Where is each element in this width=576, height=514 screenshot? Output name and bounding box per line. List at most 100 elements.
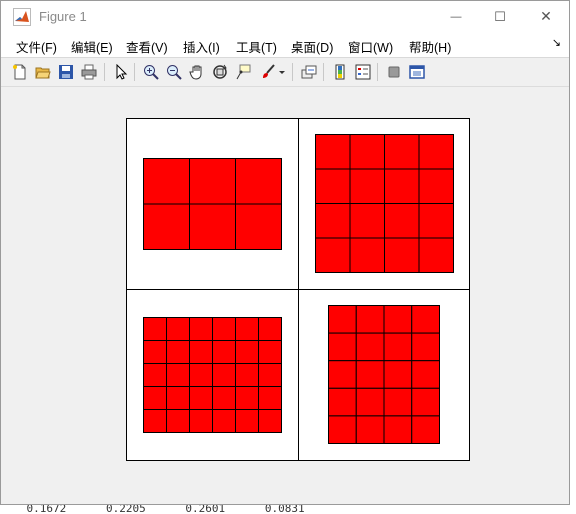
- grid-cell: [411, 360, 440, 389]
- zoom-out-icon[interactable]: [164, 62, 184, 82]
- close-button[interactable]: ✕: [523, 1, 569, 32]
- grid-cell: [189, 409, 213, 433]
- grid-cell: [355, 305, 385, 334]
- menu-help[interactable]: 帮助(H): [409, 37, 451, 56]
- grid-cell: [212, 386, 236, 410]
- background-command-output: 0.1672 0.2205 0.2601 0.0831: [0, 504, 305, 514]
- grid-cell: [328, 360, 357, 389]
- grid-cell: [258, 363, 282, 387]
- grid-cell: [418, 134, 454, 170]
- grid-cell: [235, 203, 282, 250]
- grid-cell: [411, 415, 440, 444]
- rotate-3d-icon[interactable]: [210, 62, 230, 82]
- grid-cell: [349, 237, 385, 273]
- grid-5x6: [143, 317, 282, 433]
- menu-insert[interactable]: 插入(I): [183, 37, 220, 56]
- grid-cell: [411, 332, 440, 362]
- grid-cell: [411, 305, 440, 334]
- grid-5x4: [328, 305, 440, 444]
- subplot-top-right[interactable]: [298, 118, 470, 290]
- brush-dropdown-icon[interactable]: [277, 62, 287, 82]
- grid-4x4: [315, 134, 454, 273]
- print-icon[interactable]: [79, 62, 99, 82]
- menu-window[interactable]: 窗口(W): [348, 37, 393, 56]
- grid-cell: [189, 340, 213, 364]
- grid-cell: [349, 134, 385, 170]
- grid-cell: [189, 317, 213, 341]
- grid-cell: [328, 332, 357, 362]
- maximize-button[interactable]: ☐: [477, 1, 523, 32]
- minimize-button[interactable]: —: [433, 1, 479, 32]
- grid-cell: [143, 386, 167, 410]
- grid-cell: [418, 168, 454, 204]
- grid-cell: [143, 340, 167, 364]
- grid-cell: [166, 340, 190, 364]
- grid-cell: [189, 203, 236, 250]
- subplot-bottom-left[interactable]: [126, 289, 299, 461]
- figure-toolbar: [1, 58, 569, 87]
- grid-cell: [166, 409, 190, 433]
- brush-icon[interactable]: [258, 62, 278, 82]
- grid-cell: [235, 340, 259, 364]
- menu-edit[interactable]: 编辑(E): [71, 37, 113, 56]
- grid-cell: [258, 317, 282, 341]
- menu-overflow-icon[interactable]: ↘: [552, 36, 561, 49]
- link-plot-icon[interactable]: [299, 62, 319, 82]
- menu-view[interactable]: 查看(V): [126, 37, 168, 56]
- toolbar-separator: [104, 63, 105, 81]
- grid-cell: [258, 340, 282, 364]
- menu-file[interactable]: 文件(F): [16, 37, 57, 56]
- grid-cell: [212, 340, 236, 364]
- grid-cell: [166, 386, 190, 410]
- zoom-in-icon[interactable]: [141, 62, 161, 82]
- grid-cell: [235, 317, 259, 341]
- menu-tools[interactable]: 工具(T): [236, 37, 277, 56]
- toolbar-separator: [323, 63, 324, 81]
- grid-cell: [258, 386, 282, 410]
- menu-desktop[interactable]: 桌面(D): [291, 37, 333, 56]
- hide-plot-tools-icon[interactable]: [384, 62, 404, 82]
- figure-canvas[interactable]: [7, 87, 563, 503]
- grid-cell: [384, 203, 420, 239]
- window-title: Figure 1: [39, 9, 87, 24]
- grid-cell: [189, 158, 236, 205]
- save-icon[interactable]: [56, 62, 76, 82]
- grid-cell: [143, 203, 190, 250]
- new-figure-icon[interactable]: [10, 62, 30, 82]
- grid-cell: [143, 158, 190, 205]
- edit-plot-pointer-icon[interactable]: [111, 62, 131, 82]
- close-icon: ✕: [540, 8, 552, 24]
- show-plot-tools-icon[interactable]: [407, 62, 427, 82]
- grid-cell: [384, 237, 420, 273]
- grid-cell: [235, 158, 282, 205]
- grid-cell: [235, 363, 259, 387]
- grid-cell: [418, 203, 454, 239]
- grid-cell: [143, 317, 167, 341]
- grid-cell: [355, 387, 385, 417]
- grid-cell: [315, 134, 351, 170]
- maximize-icon: ☐: [494, 8, 506, 24]
- data-cursor-icon[interactable]: [233, 62, 253, 82]
- matlab-logo-icon: [13, 8, 31, 26]
- insert-colorbar-icon[interactable]: [330, 62, 350, 82]
- grid-cell: [315, 168, 351, 204]
- grid-cell: [384, 168, 420, 204]
- grid-cell: [143, 363, 167, 387]
- menu-bar: 文件(F) 编辑(E) 查看(V) 插入(I) 工具(T) 桌面(D) 窗口(W…: [1, 32, 569, 58]
- open-folder-icon[interactable]: [33, 62, 53, 82]
- grid-cell: [349, 203, 385, 239]
- subplot-top-left[interactable]: [126, 118, 299, 290]
- grid-cell: [383, 305, 413, 334]
- grid-cell: [166, 363, 190, 387]
- grid-cell: [212, 363, 236, 387]
- title-bar[interactable]: Figure 1 — ☐ ✕: [1, 1, 569, 32]
- grid-cell: [143, 409, 167, 433]
- insert-legend-icon[interactable]: [353, 62, 373, 82]
- toolbar-separator: [292, 63, 293, 81]
- subplot-bottom-right[interactable]: [298, 289, 470, 461]
- grid-cell: [328, 415, 357, 444]
- grid-cell: [212, 409, 236, 433]
- grid-cell: [328, 387, 357, 417]
- pan-hand-icon[interactable]: [187, 62, 207, 82]
- grid-cell: [384, 134, 420, 170]
